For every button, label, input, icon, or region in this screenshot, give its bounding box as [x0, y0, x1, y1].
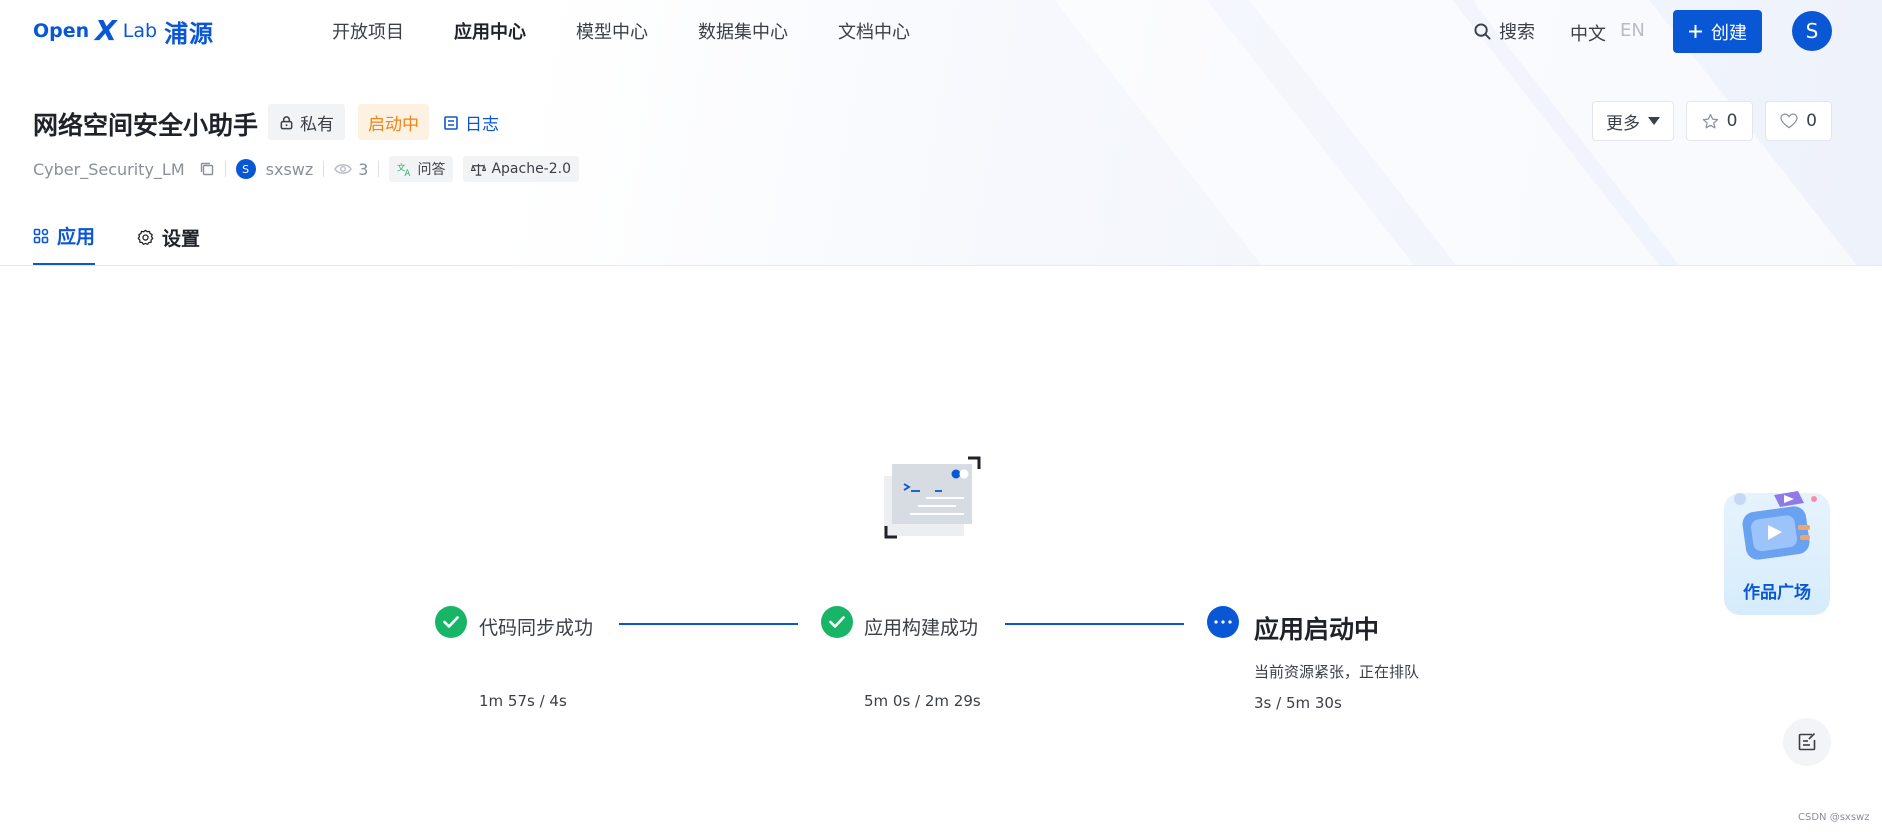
- step-1-check-icon: [435, 606, 467, 638]
- language-switch: 中文 EN: [1570, 20, 1645, 46]
- tab-settings-label: 设置: [162, 227, 201, 250]
- logo-cn-text: 浦源: [164, 19, 215, 48]
- status-label: 启动中: [368, 114, 419, 135]
- openxlab-logo[interactable]: Open X Lab 浦源: [33, 14, 215, 48]
- nav-app-center[interactable]: 应用中心: [454, 18, 526, 44]
- app-slug: Cyber_Security_LM: [33, 159, 185, 179]
- meta-divider: [224, 161, 226, 177]
- step-1-time: 1m 57s / 4s: [479, 692, 567, 710]
- like-count: 0: [1806, 111, 1817, 131]
- search-icon: [1474, 22, 1491, 40]
- nav-docs-center[interactable]: 文档中心: [838, 18, 910, 44]
- logo-lab-text: Lab: [122, 20, 158, 42]
- edit-note-icon: [1798, 732, 1816, 751]
- star-button[interactable]: 0: [1686, 101, 1753, 141]
- heart-icon: [1780, 113, 1798, 129]
- step-3-time: 3s / 5m 30s: [1254, 694, 1342, 712]
- scale-icon: [471, 163, 487, 176]
- tabs-divider: [0, 265, 1882, 266]
- create-label: 创建: [1711, 22, 1747, 44]
- eye-icon: [334, 164, 353, 174]
- svg-text:A: A: [405, 168, 411, 177]
- tag-qa[interactable]: 文 A 问答: [389, 156, 454, 182]
- watermark: CSDN @sxswz: [1798, 812, 1870, 823]
- translate-icon: 文 A: [397, 162, 411, 177]
- step-2-time: 5m 0s / 2m 29s: [864, 692, 981, 710]
- step-1-label: 代码同步成功: [479, 617, 594, 639]
- log-label: 日志: [465, 115, 499, 135]
- star-icon: [1702, 113, 1718, 128]
- visibility-badge: 私有: [268, 104, 345, 140]
- tab-settings[interactable]: 设置: [137, 222, 200, 266]
- owner-avatar[interactable]: S: [235, 159, 256, 179]
- lock-icon: [280, 115, 293, 129]
- app-meta-row: Cyber_Security_LM S sxswz 3 文 A 问答 Apach…: [33, 156, 589, 182]
- logo-x-mark: X: [95, 14, 117, 47]
- nav-dataset-center[interactable]: 数据集中心: [698, 18, 788, 44]
- star-count: 0: [1726, 111, 1738, 131]
- step-connector-1: [619, 623, 798, 625]
- app-tabs: 应用 设置: [33, 222, 200, 266]
- lang-en[interactable]: EN: [1620, 20, 1645, 46]
- tag-license[interactable]: Apache-2.0: [463, 156, 579, 182]
- more-label: 更多: [1606, 113, 1640, 134]
- search-button[interactable]: 搜索: [1474, 18, 1535, 44]
- search-label: 搜索: [1499, 22, 1535, 43]
- gallery-widget[interactable]: 作品广场: [1724, 491, 1830, 615]
- step-2-label: 应用构建成功: [864, 617, 979, 639]
- log-list-icon: [444, 115, 458, 130]
- view-count: 3: [358, 159, 369, 179]
- status-badge: 启动中: [358, 104, 429, 140]
- feedback-button[interactable]: [1783, 718, 1831, 766]
- like-button[interactable]: 0: [1765, 101, 1832, 141]
- plus-icon: [1689, 25, 1702, 38]
- step-3-desc: 当前资源紧张，正在排队: [1254, 663, 1420, 681]
- create-button[interactable]: 创建: [1673, 10, 1762, 53]
- step-3-running-icon: [1207, 606, 1239, 638]
- lang-zh[interactable]: 中文: [1570, 20, 1606, 46]
- tab-app-label: 应用: [57, 226, 96, 248]
- gear-icon: [137, 229, 154, 245]
- user-avatar[interactable]: S: [1792, 11, 1832, 51]
- nav-open-projects[interactable]: 开放项目: [332, 18, 404, 44]
- apps-grid-icon: [33, 228, 49, 243]
- app-title: 网络空间安全小助手: [33, 111, 259, 140]
- step-connector-2: [1005, 623, 1184, 625]
- main-nav: 开放项目 应用中心 模型中心 数据集中心 文档中心: [332, 18, 910, 44]
- step-3-label: 应用启动中: [1254, 615, 1380, 644]
- step-2-check-icon: [821, 606, 853, 638]
- tag-license-label: Apache-2.0: [491, 161, 571, 177]
- copy-icon[interactable]: [199, 161, 215, 177]
- tag-qa-label: 问答: [417, 162, 446, 178]
- top-navigation: Open X Lab 浦源 开放项目 应用中心 模型中心 数据集中心 文档中心 …: [0, 0, 1882, 62]
- meta-divider: [323, 161, 325, 177]
- caret-down-icon: [1648, 117, 1660, 125]
- video-play-icon: [1734, 491, 1817, 560]
- nav-model-center[interactable]: 模型中心: [576, 18, 648, 44]
- tab-app[interactable]: 应用: [33, 222, 96, 266]
- logo-open-text: Open: [33, 20, 90, 42]
- visibility-label: 私有: [300, 114, 334, 135]
- owner-name[interactable]: sxswz: [266, 160, 314, 179]
- gallery-label: 作品广场: [1743, 583, 1811, 603]
- terminal-illustration: [884, 456, 981, 539]
- meta-divider: [378, 161, 380, 177]
- log-link[interactable]: 日志: [443, 110, 499, 135]
- more-button[interactable]: 更多: [1592, 101, 1674, 141]
